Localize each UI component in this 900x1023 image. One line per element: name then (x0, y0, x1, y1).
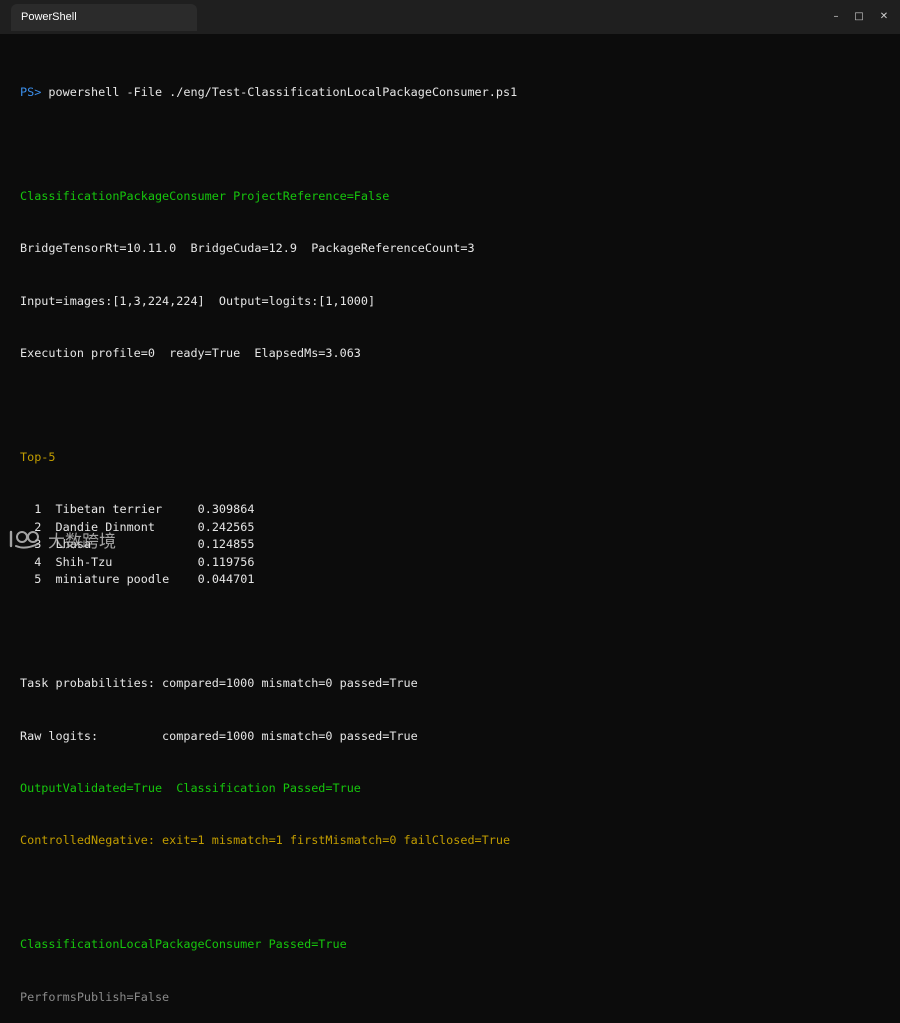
command-line: PS> powershell -File ./eng/Test-Classifi… (20, 84, 890, 101)
top5-rank: 1 (34, 502, 42, 517)
top5-title: Top-5 (20, 450, 56, 465)
maximize-button[interactable]: □ (847, 8, 871, 26)
minimize-button[interactable]: – (824, 8, 848, 26)
info-line-execution: Execution profile=0 ready=True ElapsedMs… (20, 345, 361, 360)
top5-score: 0.044701 (197, 572, 255, 586)
top5-rank: 4 (34, 554, 42, 569)
final-passed: ClassificationLocalPackageConsumer Passe… (20, 937, 347, 952)
top5-row: 2 Dandie Dinmont 0.242565 (20, 519, 890, 536)
watermark-text: 大数跨境 (48, 531, 116, 552)
top5-row: 3 Lhasa 0.124855 (20, 536, 890, 553)
top5-row: 1 Tibetan terrier 0.309864 (20, 501, 890, 518)
output-validated: OutputValidated=True Classification Pass… (20, 780, 361, 795)
maximize-icon: □ (854, 11, 864, 22)
tab-title: PowerShell (21, 11, 77, 23)
watermark: 大数跨境 (8, 527, 116, 552)
top5-label: Shih-Tzu (55, 554, 113, 569)
top5-list: 1 Tibetan terrier 0.309864 2 Dandie Dinm… (20, 501, 890, 588)
top5-label: miniature poodle (55, 572, 170, 586)
controlled-negative: ControlledNegative: exit=1 mismatch=1 fi… (20, 833, 511, 848)
top5-label: Tibetan terrier (55, 502, 163, 517)
minimize-icon: – (833, 11, 839, 22)
close-button[interactable]: ✕ (872, 8, 896, 26)
terminal-output[interactable]: PS> powershell -File ./eng/Test-Classifi… (20, 49, 890, 1004)
top5-score: 0.242565 (197, 519, 255, 534)
title-bar: PowerShell – □ ✕ (0, 0, 900, 34)
top5-score: 0.309864 (197, 502, 255, 517)
top5-score: 0.124855 (197, 537, 255, 552)
comparison-logits: Raw logits: compared=1000 mismatch=0 pas… (20, 728, 418, 743)
consumer-header: ClassificationPackageConsumer ProjectRef… (20, 189, 390, 204)
prompt: PS> (20, 84, 42, 99)
comparison-probabilities: Task probabilities: compared=1000 mismat… (20, 676, 418, 691)
tab-powershell[interactable]: PowerShell (11, 4, 197, 31)
command-text: powershell -File ./eng/Test-Classificati… (48, 84, 518, 99)
info-line-io: Input=images:[1,3,224,224] Output=logits… (20, 293, 376, 308)
close-icon: ✕ (879, 11, 889, 22)
top5-row: 4 Shih-Tzu 0.119756 (20, 554, 890, 571)
top5-score: 0.119756 (197, 554, 255, 569)
performs-publish: PerformsPublish=False (20, 989, 170, 1004)
info-line-bridge: BridgeTensorRt=10.11.0 BridgeCuda=12.9 P… (20, 241, 475, 256)
top5-row: 5 miniature poodle 0.044701 (20, 571, 890, 588)
top5-rank: 5 (34, 572, 42, 586)
watermark-logo-icon (9, 530, 39, 549)
